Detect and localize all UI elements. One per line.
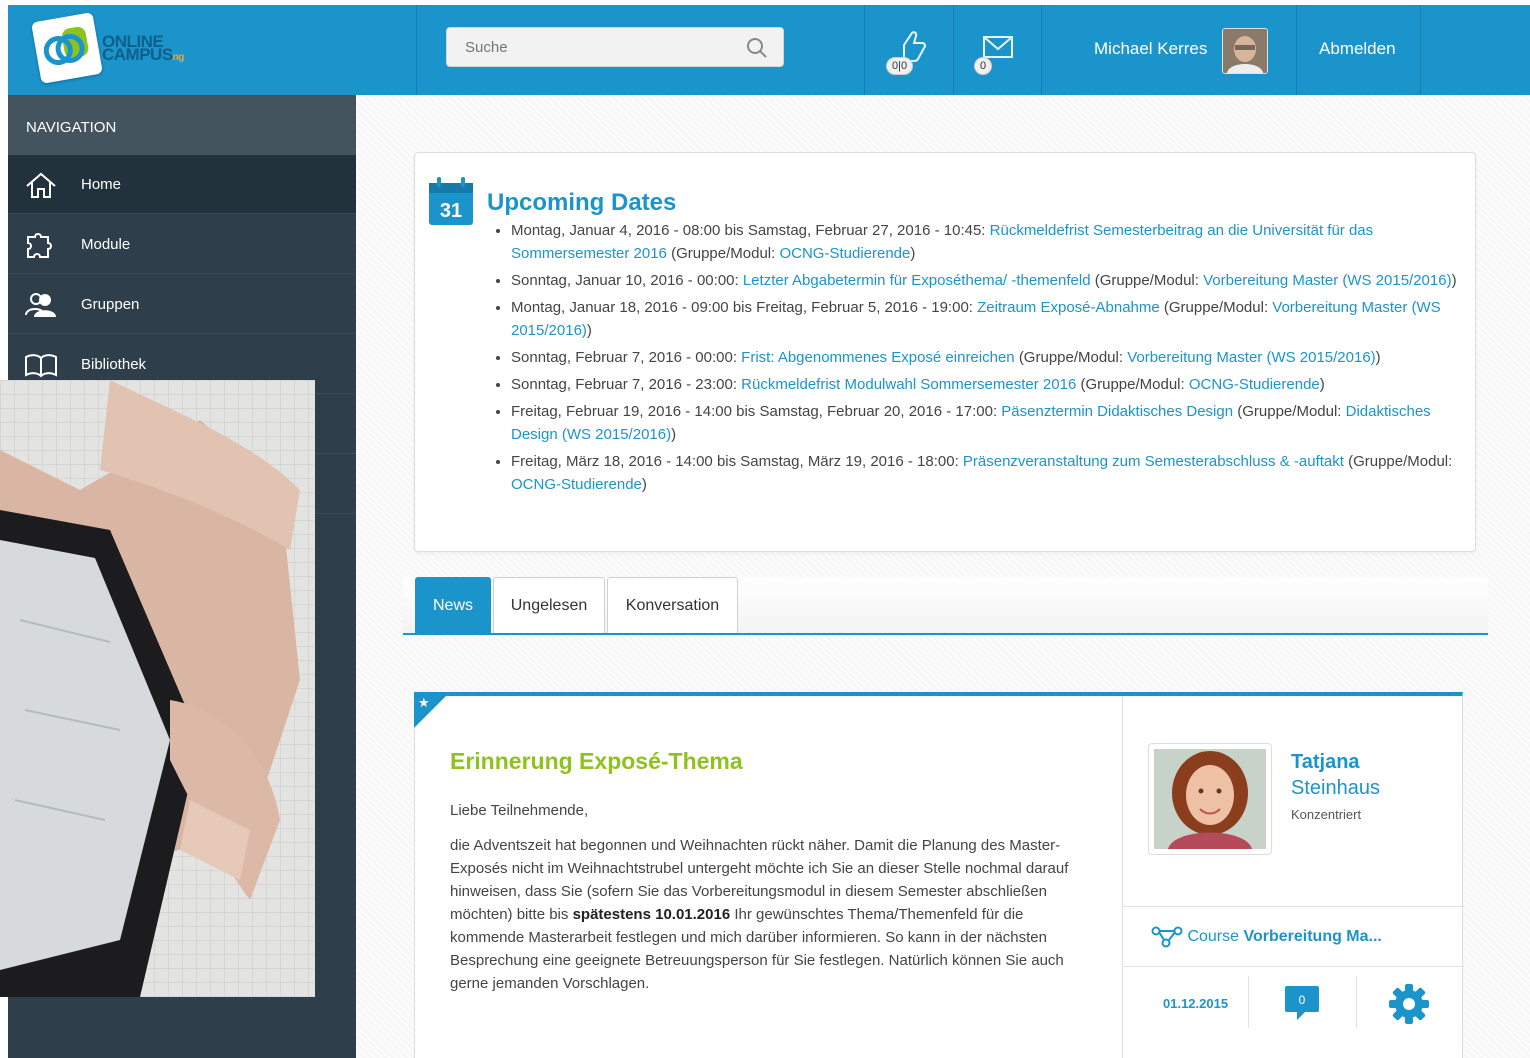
comment-count: 0: [1299, 993, 1306, 1007]
header-divider: [953, 5, 954, 95]
date-item: Sonntag, Januar 10, 2016 - 00:00: Letzte…: [511, 269, 1471, 292]
post-body: die Adventszeit hat begonnen und Weihnac…: [450, 837, 1069, 992]
nav-heading: NAVIGATION: [8, 95, 356, 155]
likes-badge: 0|0: [886, 57, 914, 75]
tab-news[interactable]: News: [415, 577, 491, 633]
sidebar-item-gruppen[interactable]: Gruppen: [8, 275, 356, 334]
likes-button[interactable]: 0|0: [886, 29, 932, 75]
group-link[interactable]: Vorbereitung Master (WS 2015/2016): [1127, 349, 1375, 366]
event-link[interactable]: Rückmeldefrist Modulwahl Sommersemester …: [741, 376, 1076, 393]
logo-text: ONLINE CAMPUSng: [102, 32, 184, 64]
user-name[interactable]: Michael Kerres: [1094, 39, 1207, 59]
comment-icon: 0: [1285, 986, 1319, 1020]
divider: [1123, 906, 1464, 907]
logo[interactable]: ONLINE CAMPUSng: [8, 5, 414, 95]
event-link[interactable]: Präsenzveranstaltung zum Semesterabschlu…: [963, 453, 1344, 470]
author-last-name[interactable]: Steinhaus: [1291, 777, 1380, 800]
avatar[interactable]: [1222, 28, 1268, 74]
group-link[interactable]: OCNG-Studierende: [1189, 376, 1320, 393]
divider: [1123, 966, 1464, 967]
header-divider: [1296, 5, 1297, 95]
tab-konversation[interactable]: Konversation: [607, 577, 738, 633]
logout-button[interactable]: Abmelden: [1319, 39, 1396, 59]
overlay-photo: [0, 380, 315, 997]
event-link[interactable]: Zeitraum Exposé-Abnahme: [977, 299, 1160, 316]
upcoming-dates-title: Upcoming Dates: [487, 189, 677, 216]
top-header: ONLINE CAMPUSng 0|0 0 Michael Kerres Abm…: [8, 5, 1530, 95]
post-date: 01.12.2015: [1163, 996, 1229, 1011]
gear-icon: [1389, 984, 1429, 1024]
tabs-bar: News Ungelesen Konversation: [403, 577, 1488, 635]
header-divider: [1041, 5, 1042, 95]
header-divider: [416, 5, 417, 95]
group-link[interactable]: OCNG-Studierende: [779, 245, 910, 262]
news-post: ★ Erinnerung Exposé-Thema Liebe Teilnehm…: [414, 692, 1464, 1058]
divider: [1248, 976, 1249, 1028]
book-icon: [25, 354, 57, 378]
group-link[interactable]: Vorbereitung Master (WS 2015/2016): [1203, 272, 1451, 289]
author-status: Konzentriert: [1291, 807, 1362, 822]
event-link[interactable]: Letzter Abgabetermin für Exposéthema/ -t…: [743, 272, 1091, 289]
calendar-day: 31: [440, 200, 462, 222]
date-item: Freitag, Februar 19, 2016 - 14:00 bis Sa…: [511, 400, 1471, 446]
puzzle-icon: [27, 233, 52, 258]
divider: [1356, 976, 1357, 1028]
sidebar-item-label: Home: [81, 176, 122, 193]
course-link[interactable]: Course Vorbereitung Ma...: [1151, 926, 1382, 948]
home-icon: [26, 172, 56, 198]
logo-mark: [31, 12, 103, 84]
event-link[interactable]: Päsenztermin Didaktisches Design: [1001, 403, 1233, 420]
messages-button[interactable]: 0: [972, 33, 1018, 77]
header-divider: [1420, 5, 1421, 95]
sidebar-item-module[interactable]: Module: [8, 215, 356, 274]
sidebar-item-label: Bibliothek: [81, 356, 147, 373]
search-input[interactable]: [446, 27, 784, 67]
date-item: Sonntag, Februar 7, 2016 - 23:00: Rückme…: [511, 373, 1471, 396]
post-title[interactable]: Erinnerung Exposé-Thema: [450, 748, 743, 775]
header-divider: [864, 5, 865, 95]
author-avatar[interactable]: [1148, 743, 1272, 855]
comments-button[interactable]: 0: [1283, 984, 1321, 1022]
sidebar-item-home[interactable]: Home: [8, 155, 356, 214]
date-item: Montag, Januar 18, 2016 - 09:00 bis Frei…: [511, 296, 1471, 342]
search-icon[interactable]: [746, 37, 768, 59]
sidebar-item-label: Gruppen: [81, 296, 140, 313]
upcoming-dates-card: 31 Upcoming Dates Montag, Januar 4, 2016…: [414, 152, 1476, 552]
date-item: Freitag, März 18, 2016 - 14:00 bis Samst…: [511, 450, 1471, 496]
event-link[interactable]: Frist: Abgenommenes Exposé einreichen: [741, 349, 1014, 366]
date-item: Montag, Januar 4, 2016 - 08:00 bis Samst…: [511, 219, 1471, 265]
sidebar-item-label: Module: [81, 236, 131, 253]
messages-badge: 0: [974, 57, 993, 75]
star-icon: ★: [418, 695, 430, 710]
upcoming-dates-list: Montag, Januar 4, 2016 - 08:00 bis Samst…: [495, 219, 1471, 500]
calendar-icon: 31: [427, 175, 475, 227]
post-sidebar: Tatjana Steinhaus Konzentriert Course Vo…: [1122, 696, 1464, 1058]
date-item: Sonntag, Februar 7, 2016 - 00:00: Frist:…: [511, 346, 1471, 369]
course-icon: [1151, 926, 1183, 948]
group-link[interactable]: OCNG-Studierende: [511, 476, 642, 493]
author-first-name[interactable]: Tatjana: [1291, 751, 1360, 774]
group-icon: [25, 293, 56, 317]
settings-button[interactable]: [1387, 982, 1431, 1026]
post-greeting: Liebe Teilnehmende,: [450, 802, 589, 819]
tab-ungelesen[interactable]: Ungelesen: [493, 577, 605, 633]
